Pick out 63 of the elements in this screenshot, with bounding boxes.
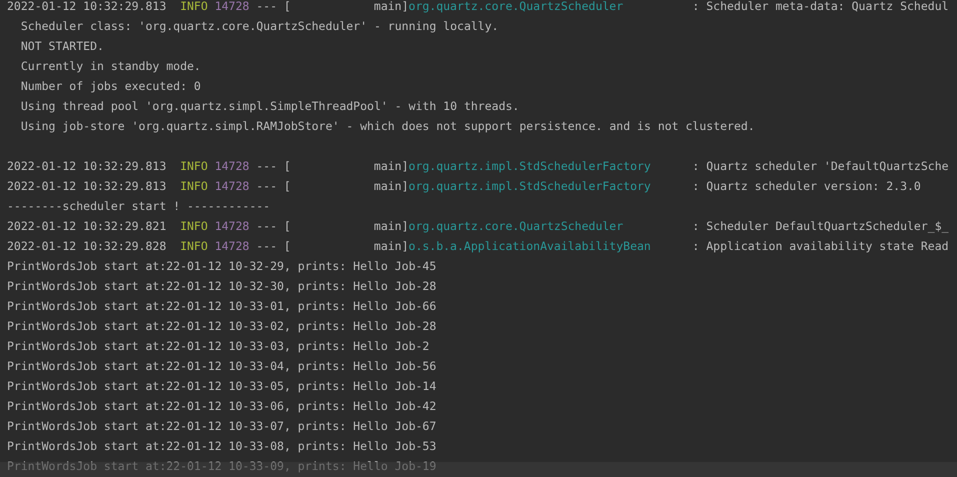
log-separator: --- (256, 0, 278, 13)
console-line: PrintWordsJob start at:22-01-12 10-33-06, prints: Hello Job-42 (7, 399, 436, 413)
log-colon: : (692, 219, 700, 233)
logger-name[interactable]: org.quartz.impl.StdSchedulerFactory (408, 159, 692, 173)
log-separator: --- (256, 179, 278, 193)
console-line: PrintWordsJob start at:22-01-12 10-33-02, prints: Hello Job-28 (7, 319, 436, 333)
log-level: INFO (180, 179, 209, 193)
log-colon: : (692, 179, 700, 193)
thread-bracket: [ (284, 179, 292, 193)
log-level: INFO (180, 239, 209, 253)
console-line: PrintWordsJob start at:22-01-12 10-33-03, prints: Hello Job-2 (7, 339, 430, 353)
log-message: Quartz scheduler version: 2.3.0 (706, 179, 921, 193)
console-line: Currently in standby mode. (20, 59, 201, 73)
log-level: INFO (180, 219, 209, 233)
log-colon: : (692, 0, 700, 13)
process-id: 14728 (214, 179, 250, 193)
console-line: PrintWordsJob start at:22-01-12 10-33-08, prints: Hello Job-53 (7, 439, 436, 453)
log-message: Application availability state Read (706, 239, 949, 253)
console-line: PrintWordsJob start at:22-01-12 10-32-29, prints: Hello Job-45 (7, 259, 436, 273)
log-colon: : (692, 159, 700, 173)
log-separator: --- (256, 239, 278, 253)
process-id: 14728 (214, 219, 250, 233)
thread-name: main] (372, 219, 409, 233)
log-colon: : (692, 239, 700, 253)
console-line: Using job-store 'org.quartz.simpl.RAMJobStore' - which does not support persistence. and is not clustered. (20, 119, 755, 133)
log-timestamp: 2022-01-12 10:32:29.828 (7, 239, 168, 253)
console-line: PrintWordsJob start at:22-01-12 10-33-05, prints: Hello Job-14 (7, 379, 436, 393)
log-timestamp: 2022-01-12 10:32:29.813 (7, 179, 168, 193)
console-line: Scheduler class: 'org.quartz.core.QuartzScheduler' - running locally. (20, 19, 499, 33)
console-line: PrintWordsJob start at:22-01-12 10-33-01, prints: Hello Job-66 (7, 299, 436, 313)
thread-name: main] (372, 239, 409, 253)
console-line: --------scheduler start ! ------------ (7, 199, 270, 213)
log-separator: --- (256, 219, 278, 233)
log-timestamp: 2022-01-12 10:32:29.813 (7, 159, 168, 173)
logger-name[interactable]: org.quartz.impl.StdSchedulerFactory (408, 179, 692, 193)
console-line: Using thread pool 'org.quartz.simpl.SimpleThreadPool' - with 10 threads. (20, 99, 520, 113)
logger-name[interactable]: org.quartz.core.QuartzScheduler (408, 0, 692, 13)
thread-name: main] (372, 179, 409, 193)
log-level: INFO (180, 0, 209, 13)
process-id: 14728 (214, 159, 250, 173)
console-line: NOT STARTED. (20, 39, 104, 53)
log-level: INFO (180, 159, 209, 173)
console-line: PrintWordsJob start at:22-01-12 10-33-04, prints: Hello Job-56 (7, 359, 436, 373)
thread-bracket: [ (284, 0, 292, 13)
console-line: PrintWordsJob start at:22-01-12 10-33-07, prints: Hello Job-67 (7, 419, 436, 433)
console-line: Number of jobs executed: 0 (20, 79, 201, 93)
process-id: 14728 (214, 239, 250, 253)
thread-bracket: [ (284, 159, 292, 173)
log-timestamp: 2022-01-12 10:32:29.813 (7, 0, 168, 13)
log-separator: --- (256, 159, 278, 173)
console-line: PrintWordsJob start at:22-01-12 10-33-09, prints: Hello Job-19 (7, 459, 436, 473)
log-message: Scheduler DefaultQuartzScheduler_$_ (706, 219, 949, 233)
thread-name: main] (372, 159, 409, 173)
process-id: 14728 (214, 0, 250, 13)
console-line: PrintWordsJob start at:22-01-12 10-32-30, prints: Hello Job-28 (7, 279, 436, 293)
thread-bracket: [ (284, 239, 292, 253)
thread-bracket: [ (284, 219, 292, 233)
log-timestamp: 2022-01-12 10:32:29.821 (7, 219, 168, 233)
thread-name: main] (372, 0, 409, 13)
logger-name[interactable]: org.quartz.core.QuartzScheduler (408, 219, 692, 233)
log-message: Scheduler meta-data: Quartz Schedul (706, 0, 949, 13)
logger-name[interactable]: o.s.b.a.ApplicationAvailabilityBean (408, 239, 692, 253)
log-message: Quartz scheduler 'DefaultQuartzSche (706, 159, 949, 173)
